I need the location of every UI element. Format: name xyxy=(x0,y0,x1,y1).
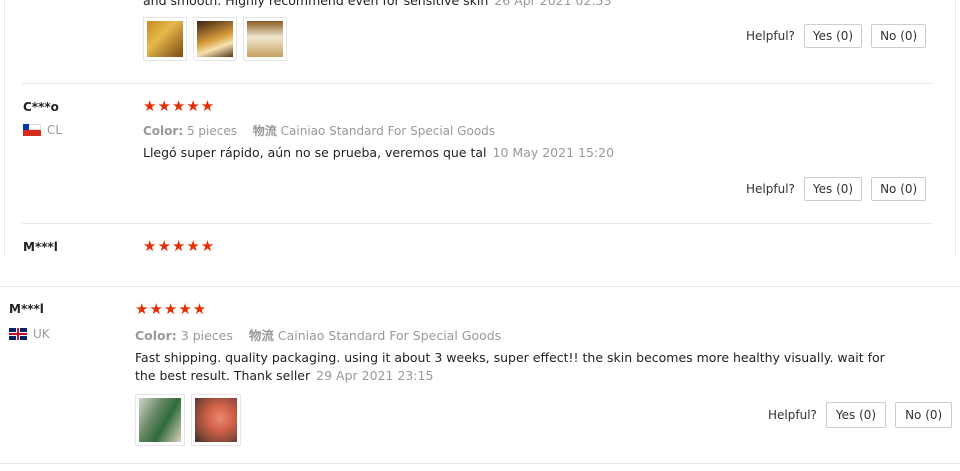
reviews-panel-top: and smooth. Highly recommend even for se… xyxy=(0,0,960,256)
logistics-value: Cainiao Standard For Special Goods xyxy=(277,328,502,343)
review-photo[interactable] xyxy=(191,394,241,446)
color-label: Color: xyxy=(143,124,184,138)
review-photo[interactable] xyxy=(135,394,185,446)
review-text-line: the best result. Thank seller xyxy=(135,368,311,383)
helpful-label: Helpful? xyxy=(746,29,795,43)
rating-stars: ★★★★★ xyxy=(143,97,216,115)
review-divider xyxy=(0,463,960,464)
uk-flag-icon xyxy=(9,328,27,340)
review-text: Fast shipping. quality packaging. using … xyxy=(135,349,935,385)
review-text-line: Fast shipping. quality packaging. using … xyxy=(135,350,885,365)
rating-stars: ★★★★★ xyxy=(143,237,216,255)
review-text: Llegó super rápido, aún no se prueba, ve… xyxy=(143,144,614,162)
review-text-content: and smooth. Highly recommend even for se… xyxy=(143,0,489,8)
country-code: CL xyxy=(47,123,63,137)
helpful-yes-button[interactable]: Yes (0) xyxy=(803,24,863,48)
review-date: 10 May 2021 15:20 xyxy=(492,145,615,160)
logistics-label: 物流 xyxy=(248,328,274,343)
chile-flag-icon xyxy=(23,124,41,136)
reviewer-name: C***o xyxy=(23,100,59,114)
helpful-no-button[interactable]: No (0) xyxy=(871,24,927,48)
logistics-value: Cainiao Standard For Special Goods xyxy=(280,124,496,138)
review-divider xyxy=(22,83,932,84)
reviewer-name: M***l xyxy=(9,302,44,316)
reviewer-country: UK xyxy=(9,327,50,341)
review-text: and smooth. Highly recommend even for se… xyxy=(143,0,612,10)
helpful-group: Helpful? Yes (0) No (0) xyxy=(746,177,927,201)
reviewer-name: M***l xyxy=(23,240,58,254)
reviews-panel-bottom: M***l UK ★★★★★ Color: 3 pieces 物流 Cainia… xyxy=(0,286,960,471)
review-photo[interactable] xyxy=(143,17,187,61)
helpful-label: Helpful? xyxy=(768,408,817,422)
color-label: Color: xyxy=(135,328,177,343)
helpful-label: Helpful? xyxy=(746,182,795,196)
logistics-label: 物流 xyxy=(252,124,277,138)
review-date: 29 Apr 2021 23:15 xyxy=(316,368,434,383)
helpful-group: Helpful? Yes (0) No (0) xyxy=(746,24,927,48)
helpful-group: Helpful? Yes (0) No (0) xyxy=(768,402,953,428)
helpful-no-button[interactable]: No (0) xyxy=(895,402,953,428)
review-meta: Color: 3 pieces 物流 Cainiao Standard For … xyxy=(135,325,501,344)
rating-stars: ★★★★★ xyxy=(135,300,208,318)
reviewer-country: CL xyxy=(23,123,62,137)
review-photos xyxy=(143,17,287,61)
review-meta: Color: 5 pieces 物流 Cainiao Standard For … xyxy=(143,122,495,139)
review-photo[interactable] xyxy=(193,17,237,61)
review-divider xyxy=(22,223,932,224)
country-code: UK xyxy=(33,327,50,341)
helpful-yes-button[interactable]: Yes (0) xyxy=(803,177,863,201)
review-date: 26 Apr 2021 02:53 xyxy=(494,0,612,8)
review-photo[interactable] xyxy=(243,17,287,61)
panel-right-border xyxy=(955,0,956,256)
screenshot-gap xyxy=(0,256,960,286)
color-value: 3 pieces xyxy=(180,328,233,343)
review-photos xyxy=(135,394,241,446)
color-value: 5 pieces xyxy=(186,124,237,138)
review-text-content: Llegó super rápido, aún no se prueba, ve… xyxy=(143,145,487,160)
helpful-no-button[interactable]: No (0) xyxy=(871,177,927,201)
helpful-yes-button[interactable]: Yes (0) xyxy=(825,402,887,428)
panel-left-border xyxy=(4,0,5,256)
